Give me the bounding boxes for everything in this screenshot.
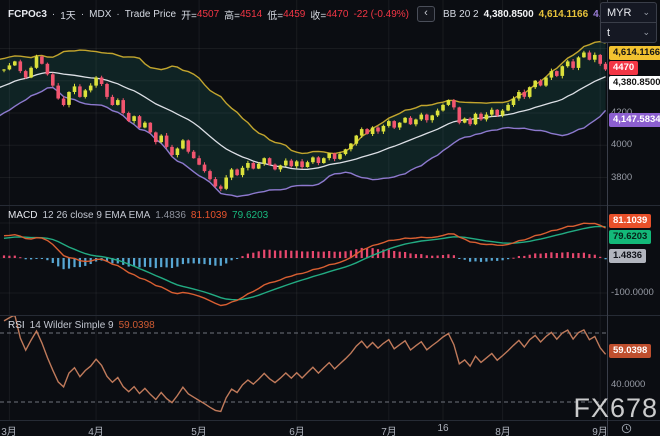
price-badge: 81.1039: [609, 214, 652, 228]
high-value: 4514: [240, 8, 263, 20]
high-label: 高=: [224, 10, 240, 22]
bb-upper-value: 4,614.1166: [538, 8, 589, 20]
price-badge: 4,147.5834: [609, 113, 660, 127]
macd-hist-value: 1.4836: [155, 210, 186, 221]
series-type-label: Trade Price: [124, 8, 177, 20]
macd-params: 12 26 close 9 EMA EMA: [42, 210, 151, 221]
time-tick-label: 7月: [381, 427, 397, 436]
change-value: -22 (-0.49%): [353, 8, 410, 20]
macd-line-value: 81.1039: [190, 210, 228, 221]
macd-title[interactable]: MACD: [8, 210, 37, 221]
pane-divider: [0, 205, 660, 206]
macd-legend: MACD 12 26 close 9 EMA EMA 1.4836 81.103…: [8, 210, 268, 221]
price-badge: 4470: [609, 61, 639, 75]
price-axis[interactable]: 4200400038004,614.116644704,380.85004,14…: [607, 0, 660, 436]
price-badge: 79.6203: [609, 230, 652, 244]
price-badge: 59.0398: [609, 344, 652, 358]
currency-value: MYR: [607, 6, 632, 19]
currency-unit-widget: MYR ⌄ t ⌄: [600, 2, 657, 43]
time-tick-label: 16: [437, 423, 449, 434]
price-badge: 4,614.1166: [609, 46, 660, 60]
low-value: 4459: [283, 8, 306, 20]
axis-tick-label: 4000: [611, 139, 633, 150]
currency-select[interactable]: MYR ⌄: [601, 3, 656, 22]
time-tick-label: 8月: [495, 427, 511, 436]
axis-tick-label: -100.0000: [611, 287, 654, 298]
axis-tick-label: 40.0000: [611, 379, 646, 390]
time-axis[interactable]: 3月 4月 5月 6月 7月 16 8月 9月: [0, 420, 660, 436]
macd-signal-value: 79.6203: [232, 210, 269, 221]
close-value: 4470: [326, 8, 349, 20]
rsi-value: 59.0398: [118, 320, 155, 331]
main-chart-legend: FCPOc3 · 1天 · MDX · Trade Price 开= 4507 高…: [8, 6, 643, 22]
main-price-chart[interactable]: [0, 0, 607, 205]
price-badge: 1.4836: [609, 249, 647, 263]
chevron-down-icon: ⌄: [642, 27, 650, 37]
legend-collapse-button[interactable]: ‹: [417, 6, 436, 22]
time-tick-label: 6月: [289, 427, 305, 436]
open-value: 4507: [196, 8, 220, 20]
open-label: 开=: [181, 10, 197, 22]
fx678-watermark: FX678: [573, 393, 658, 423]
time-tick-label: 3月: [1, 427, 17, 436]
rsi-legend: RSI 14 Wilder Simple 9 59.0398: [8, 320, 155, 331]
symbol-label[interactable]: FCPOc3: [8, 9, 47, 20]
separator-dot: ·: [80, 8, 85, 20]
trading-chart-window: FCPOc3 · 1天 · MDX · Trade Price 开= 4507 高…: [0, 0, 660, 436]
axis-tick-label: 3800: [611, 172, 633, 183]
separator-dot: ·: [116, 8, 120, 20]
time-tick-label: 5月: [191, 427, 207, 436]
separator-dot: ·: [51, 8, 56, 20]
exchange-label: MDX: [89, 8, 112, 20]
unit-value: t: [607, 26, 611, 39]
bb-basis-value: 4,380.8500: [483, 8, 534, 20]
pane-divider: [0, 315, 660, 316]
bb-indicator-label[interactable]: BB 20 2: [443, 9, 479, 20]
macd-chart[interactable]: [0, 205, 607, 315]
low-label: 低=: [267, 10, 284, 22]
chevron-down-icon: ⌄: [642, 7, 650, 17]
rsi-title[interactable]: RSI: [8, 320, 25, 331]
close-label: 收=: [310, 10, 327, 22]
unit-select[interactable]: t ⌄: [601, 23, 656, 42]
interval-label[interactable]: 1天: [60, 7, 76, 22]
time-tick-label: 4月: [88, 427, 104, 436]
rsi-params: 14 Wilder Simple 9: [29, 320, 114, 331]
price-badge: 4,380.8500: [609, 76, 660, 90]
time-tick-label: 9月: [592, 427, 608, 436]
